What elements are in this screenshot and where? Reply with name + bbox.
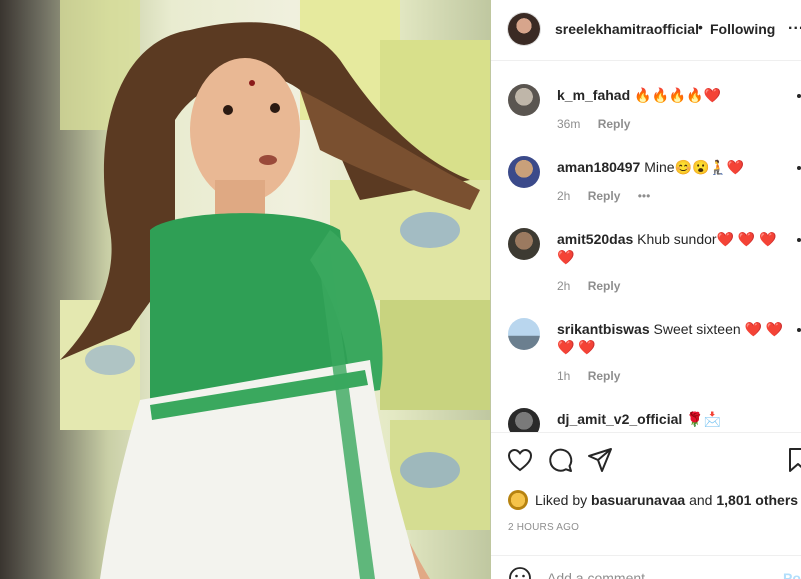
commenter-avatar[interactable] [508, 84, 540, 116]
separator-dot: • [698, 19, 703, 35]
comment-text: amit520das Khub sundor❤️ ❤️ ❤️ ❤️ [557, 230, 787, 266]
comment-input[interactable]: Add a comment... [547, 570, 657, 579]
comment-like-icon[interactable] [797, 166, 801, 170]
commenter-username[interactable]: dj_amit_v2_official [557, 411, 682, 427]
commenter-avatar[interactable] [508, 228, 540, 260]
post-photo-art [60, 0, 490, 579]
comment-body: 🌹📩 [686, 411, 722, 427]
comment-meta: 1h Reply [557, 369, 634, 383]
comment-text: srikantbiswas Sweet sixteen ❤️ ❤️ ❤️ ❤️ [557, 320, 787, 356]
add-comment-row: Add a comment... Post [491, 555, 801, 579]
emoji-icon[interactable] [508, 566, 532, 579]
reply-button[interactable]: Reply [588, 189, 621, 203]
comment-like-icon[interactable] [797, 238, 801, 242]
commenter-username[interactable]: aman180497 [557, 159, 640, 175]
post-header: sreelekhamitraofficial • Following ... [491, 0, 801, 61]
comment-text: k_m_fahad 🔥🔥🔥🔥❤️ [557, 86, 787, 104]
post-timestamp: 2 HOURS AGO [508, 522, 580, 533]
liked-by-joiner: and [689, 492, 713, 508]
commenter-avatar[interactable] [508, 318, 540, 350]
reply-button[interactable]: Reply [598, 117, 631, 131]
reply-button[interactable]: Reply [588, 369, 621, 383]
bookmark-icon[interactable] [784, 446, 801, 474]
heart-icon[interactable] [506, 446, 534, 474]
comment-time: 2h [557, 279, 571, 293]
liked-by-prefix: Liked by [535, 492, 588, 508]
comment-time: 1h [557, 369, 571, 383]
post-image[interactable] [0, 0, 491, 579]
author-avatar[interactable] [508, 13, 540, 45]
comment-like-icon[interactable] [797, 94, 801, 98]
comment-meta: 36m Reply [557, 117, 644, 131]
post-comment-button[interactable]: Post [783, 570, 801, 579]
commenter-username[interactable]: k_m_fahad [557, 87, 630, 103]
comment-time: 2h [557, 189, 571, 203]
liker-avatar[interactable] [508, 490, 528, 510]
share-icon[interactable] [586, 446, 614, 474]
post-panel: sreelekhamitraofficial • Following ... k… [491, 0, 801, 579]
comment-text: aman180497 Mine😊😮🧎❤️ [557, 158, 787, 176]
commenter-username[interactable]: srikantbiswas [557, 321, 650, 337]
author-username[interactable]: sreelekhamitraofficial [555, 21, 699, 37]
comment-icon[interactable] [546, 446, 574, 474]
likes-count[interactable]: 1,801 others [716, 492, 798, 508]
commenter-username[interactable]: amit520das [557, 231, 633, 247]
more-options-icon[interactable]: ... [788, 16, 801, 34]
commenter-avatar[interactable] [508, 156, 540, 188]
following-button[interactable]: Following [710, 21, 775, 37]
liker-username[interactable]: basuarunavaa [591, 492, 685, 508]
likes-summary: Liked by basuarunavaa and 1,801 others [535, 492, 798, 508]
comment-body: Mine😊😮🧎❤️ [644, 159, 745, 175]
comment-like-icon[interactable] [797, 328, 801, 332]
comment-time: 36m [557, 117, 581, 131]
comment-meta: 2h Reply ••• [557, 189, 664, 203]
post-actions: Liked by basuarunavaa and 1,801 others 2… [491, 432, 801, 579]
comment-body: 🔥🔥🔥🔥❤️ [634, 87, 722, 103]
comment-meta: 2h Reply [557, 279, 634, 293]
comment-text: dj_amit_v2_official 🌹📩 [557, 410, 787, 428]
reply-button[interactable]: Reply [588, 279, 621, 293]
comment-options-icon[interactable]: ••• [638, 189, 651, 203]
